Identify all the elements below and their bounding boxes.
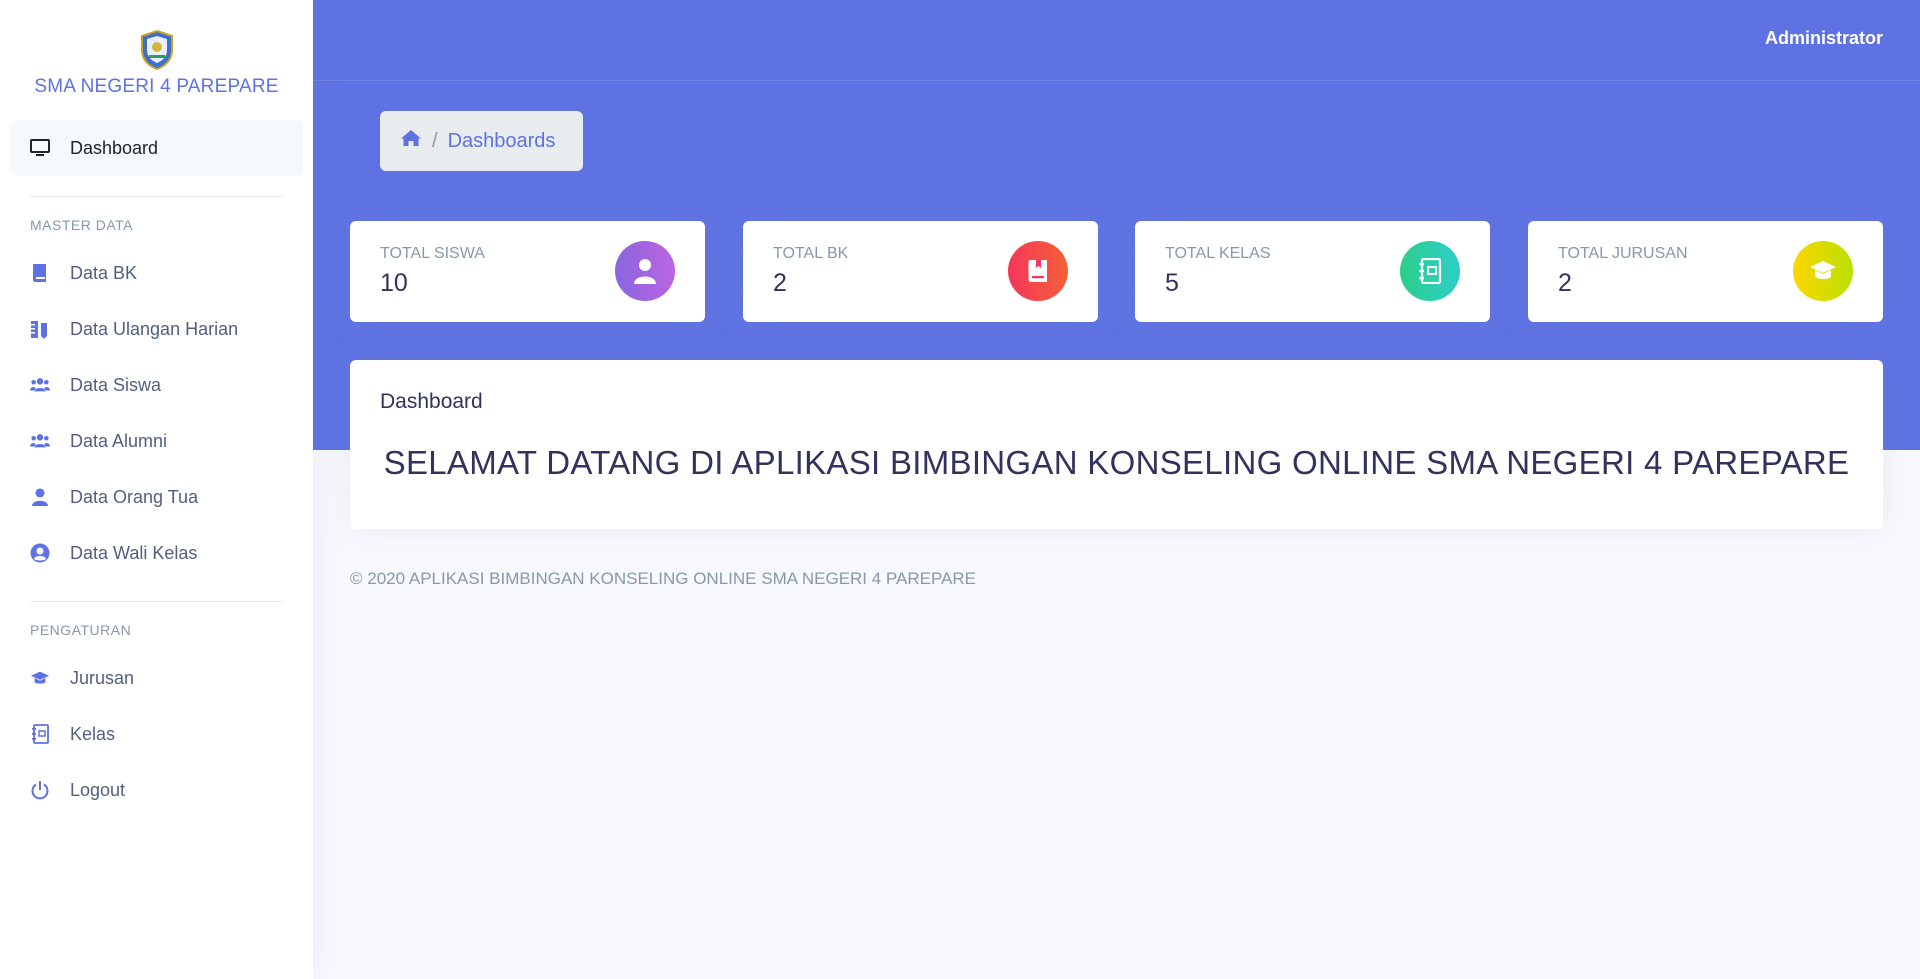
sidebar-item-jurusan[interactable]: Jurusan xyxy=(10,650,303,706)
user-circle-icon xyxy=(30,543,50,563)
stat-title: TOTAL SISWA xyxy=(380,245,485,262)
footer-copyright: © 2020 APLIKASI BIMBINGAN KONSELING ONLI… xyxy=(350,569,976,588)
brand-name: SMA NEGERI 4 PAREPARE xyxy=(34,76,279,97)
stat-card-total-jurusan: TOTAL JURUSAN 2 xyxy=(1528,221,1883,322)
sidebar-item-label: Data Alumni xyxy=(70,430,168,451)
sidebar-item-kelas[interactable]: Kelas xyxy=(10,706,303,762)
sidebar-item-label: Data BK xyxy=(70,262,138,283)
sidebar-item-label: Dashboard xyxy=(70,137,159,158)
monitor-icon xyxy=(30,138,50,158)
sidebar-item-data-orang-tua[interactable]: Data Orang Tua xyxy=(10,469,303,525)
sidebar-item-data-bk[interactable]: Data BK xyxy=(10,245,303,301)
sidebar-item-dashboard[interactable]: Dashboard xyxy=(10,120,303,176)
graduation-cap-icon xyxy=(1793,241,1853,301)
breadcrumb: / Dashboards xyxy=(380,111,583,171)
stat-value: 10 xyxy=(380,269,408,297)
user-menu[interactable]: Administrator xyxy=(1765,28,1883,49)
power-icon xyxy=(30,780,50,800)
brand[interactable]: SMA NEGERI 4 PAREPARE xyxy=(0,0,313,100)
user-icon xyxy=(615,241,675,301)
notebook-icon xyxy=(1400,241,1460,301)
sidebar-divider xyxy=(30,601,283,602)
sidebar-item-data-siswa[interactable]: Data Siswa xyxy=(10,357,303,413)
sidebar-item-label: Data Orang Tua xyxy=(70,486,199,507)
stat-card-total-kelas: TOTAL KELAS 5 xyxy=(1135,221,1490,322)
ruler-pencil-icon xyxy=(30,319,50,339)
book-icon xyxy=(30,263,50,283)
sidebar-item-data-ulangan-harian[interactable]: Data Ulangan Harian xyxy=(10,301,303,357)
sidebar-divider xyxy=(30,196,283,197)
section-heading-settings: PENGATURAN xyxy=(30,622,132,638)
sidebar-item-data-alumni[interactable]: Data Alumni xyxy=(10,413,303,469)
sidebar-item-label: Jurusan xyxy=(70,667,135,688)
stat-card-total-siswa: TOTAL SISWA 10 xyxy=(350,221,705,322)
stat-title: TOTAL BK xyxy=(773,245,849,262)
welcome-message: SELAMAT DATANG DI APLIKASI BIMBINGAN KON… xyxy=(383,444,1850,481)
users-icon xyxy=(30,431,50,451)
graduation-cap-icon xyxy=(30,668,50,688)
sidebar-item-label: Data Siswa xyxy=(70,374,162,395)
sidebar-item-label: Logout xyxy=(70,779,126,800)
home-icon[interactable] xyxy=(400,129,422,153)
sidebar-item-label: Data Ulangan Harian xyxy=(70,318,239,339)
users-icon xyxy=(30,375,50,395)
section-heading-master: MASTER DATA xyxy=(30,217,133,233)
user-icon xyxy=(30,487,50,507)
stat-card-total-bk: TOTAL BK 2 xyxy=(743,221,1098,322)
sidebar-item-data-wali-kelas[interactable]: Data Wali Kelas xyxy=(10,525,303,581)
stat-title: TOTAL JURUSAN xyxy=(1558,245,1688,262)
stat-value: 2 xyxy=(1558,269,1572,297)
stat-value: 2 xyxy=(773,269,787,297)
stat-title: TOTAL KELAS xyxy=(1165,245,1271,262)
breadcrumb-current[interactable]: Dashboards xyxy=(448,130,556,153)
sidebar-item-label: Kelas xyxy=(70,723,116,744)
book-icon xyxy=(1008,241,1068,301)
school-crest-logo xyxy=(140,30,173,70)
welcome-card: Dashboard SELAMAT DATANG DI APLIKASI BIM… xyxy=(350,360,1883,529)
sidebar: SMA NEGERI 4 PAREPARE Dashboard MASTER D… xyxy=(0,0,313,979)
breadcrumb-separator: / xyxy=(432,129,438,152)
topbar: Administrator xyxy=(313,0,1920,81)
notebook-icon xyxy=(30,724,50,744)
sidebar-item-logout[interactable]: Logout xyxy=(10,762,303,818)
card-heading: Dashboard xyxy=(380,390,483,413)
sidebar-item-label: Data Wali Kelas xyxy=(70,542,198,563)
stat-value: 5 xyxy=(1165,269,1179,297)
